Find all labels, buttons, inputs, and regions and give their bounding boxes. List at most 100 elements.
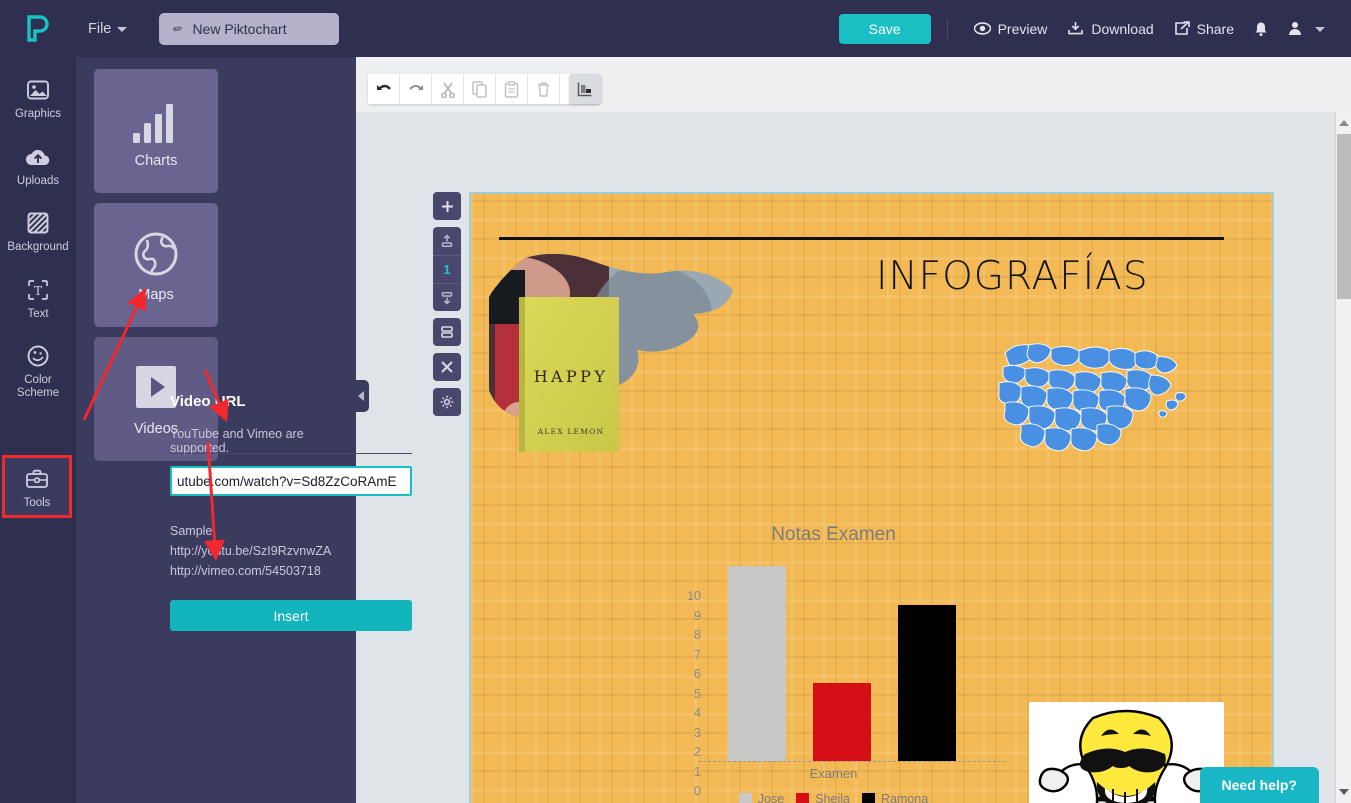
y-axis-tick: 6 xyxy=(694,667,701,681)
redo-button[interactable] xyxy=(400,74,432,104)
sidebar-item-label: Text xyxy=(27,308,49,320)
sample-url-youtube: http://youtu.be/SzI9RzvnwZA xyxy=(170,544,332,558)
download-label: Download xyxy=(1091,20,1154,37)
scrollbar-thumb[interactable] xyxy=(1337,134,1351,299)
scroll-down-button[interactable] xyxy=(1336,783,1351,801)
panel-collapse-toggle[interactable] xyxy=(352,380,369,412)
notifications-button[interactable] xyxy=(1244,17,1278,41)
sidebar-item-label: Tools xyxy=(23,497,51,509)
legend-swatch xyxy=(796,792,810,803)
top-bar: File ✏ New Piktochart Save Preview Downl… xyxy=(0,0,1351,57)
notas-examen-chart[interactable]: Notas Examen 10 9 8 7 6 5 4 3 2 1 0 Exam… xyxy=(661,524,1006,803)
legend-item-ramona[interactable]: Ramona xyxy=(861,792,928,803)
piktochart-editor: File ✏ New Piktochart Save Preview Downl… xyxy=(0,0,1351,803)
tile-label: Maps xyxy=(138,287,174,303)
legend-item-jose[interactable]: Jose xyxy=(738,792,785,803)
delete-block-button[interactable] xyxy=(433,353,461,381)
video-url-heading: Video URL xyxy=(170,393,246,410)
hatched-square-icon xyxy=(26,210,50,236)
document-title-text: New Piktochart xyxy=(192,20,287,37)
document-title-field[interactable]: ✏ New Piktochart xyxy=(159,12,340,45)
need-help-button[interactable]: Need help? xyxy=(1199,767,1319,803)
save-button[interactable]: Save xyxy=(838,13,931,44)
lightbulb-thumbs-up-image[interactable] xyxy=(1029,702,1224,803)
trash-icon xyxy=(538,81,549,97)
block-order-group: 1 xyxy=(433,227,461,311)
y-axis-tick: 5 xyxy=(694,686,701,701)
sample-label: Sample: xyxy=(170,524,216,538)
account-menu[interactable] xyxy=(1278,17,1335,40)
bar-chart-icon xyxy=(131,93,181,143)
paste-button[interactable] xyxy=(496,74,528,104)
legend-item-sheila[interactable]: Sheila xyxy=(796,792,850,803)
bar-sheila[interactable] xyxy=(813,683,871,761)
insert-button[interactable]: Insert xyxy=(170,600,412,631)
tools-panel: Charts Maps Videos Video URL YouTube and… xyxy=(76,57,412,803)
sidebar-item-background[interactable]: Background xyxy=(0,201,76,260)
add-block-button[interactable] xyxy=(433,192,461,220)
chevron-down-icon xyxy=(1315,27,1325,32)
app-logo[interactable] xyxy=(0,14,76,43)
chart-title: Notas Examen xyxy=(771,524,896,545)
preview-button[interactable]: Preview xyxy=(964,17,1058,41)
y-axis-tick: 3 xyxy=(694,725,701,740)
cut-button[interactable] xyxy=(432,74,464,104)
spain-provinces-map[interactable] xyxy=(991,319,1191,459)
sidebar-item-uploads[interactable]: Uploads xyxy=(0,135,76,194)
sidebar-item-text[interactable]: T Text xyxy=(0,268,76,327)
globe-icon xyxy=(133,227,179,277)
arrange-button[interactable] xyxy=(569,74,601,104)
undo-button[interactable] xyxy=(368,74,400,104)
share-button[interactable]: Share xyxy=(1164,17,1244,41)
book-photo-image[interactable]: HAPPY ALEX LEMON xyxy=(489,252,749,512)
sidebar-item-label: Background xyxy=(7,241,69,253)
block-settings-button[interactable] xyxy=(433,388,461,416)
move-block-up-button[interactable] xyxy=(433,227,461,255)
sidebar-item-tour[interactable]: Tour xyxy=(0,797,76,803)
sidebar-item-graphics[interactable]: Graphics xyxy=(0,68,76,127)
bar-jose[interactable] xyxy=(728,566,786,761)
block-toolbar: 1 xyxy=(433,192,461,423)
infographic-title[interactable]: INFOGRAFÍAS xyxy=(876,254,1149,299)
duplicate-block-button[interactable] xyxy=(433,318,461,346)
block-index-label: 1 xyxy=(433,255,461,283)
y-axis-tick: 7 xyxy=(694,647,701,662)
top-bar-actions: Save Preview Download Share xyxy=(838,13,1351,44)
delete-button[interactable] xyxy=(528,74,560,104)
download-button[interactable]: Download xyxy=(1057,17,1163,41)
redo-arrow-icon xyxy=(408,84,423,90)
bar-ramona[interactable] xyxy=(898,605,956,761)
palette-icon xyxy=(26,343,50,369)
scroll-up-button[interactable] xyxy=(1336,114,1351,132)
y-axis-tick: 2 xyxy=(694,745,701,759)
plus-icon xyxy=(441,200,453,212)
preview-label: Preview xyxy=(997,20,1048,37)
undo-arrow-icon xyxy=(376,84,391,90)
toolbar-divider xyxy=(946,18,948,39)
left-rail: Graphics Uploads Background T Text Color… xyxy=(0,57,76,803)
panel-divider xyxy=(170,453,412,454)
tile-charts[interactable]: Charts xyxy=(94,69,218,193)
move-block-down-button[interactable] xyxy=(433,283,461,311)
block-settings-group xyxy=(433,388,461,416)
tile-maps[interactable]: Maps xyxy=(94,203,218,327)
sidebar-item-color-scheme[interactable]: Color Scheme xyxy=(0,334,76,405)
arrow-up-bar-icon xyxy=(441,234,453,247)
tile-label: Charts xyxy=(134,153,178,169)
video-url-input[interactable] xyxy=(170,466,412,496)
chart-x-axis-label: Examen xyxy=(809,766,858,781)
legend-label: Jose xyxy=(757,792,785,803)
image-icon xyxy=(26,77,50,103)
infographic-canvas[interactable]: INFOGRAFÍAS HAPPY ALEX LEMON Notas Exame… xyxy=(469,192,1274,803)
sidebar-item-tools[interactable]: Tools xyxy=(2,457,72,517)
copy-button[interactable] xyxy=(464,74,496,104)
scissors-icon xyxy=(440,82,455,98)
canvas-scroll-region[interactable]: 1 INFOGRAFÍAS HAPPY ALEX LEMON Notas Exa… xyxy=(356,112,1335,803)
legend-swatch xyxy=(861,792,875,803)
toolbox-icon xyxy=(25,466,49,492)
video-url-subtext: YouTube and Vimeo are supported. xyxy=(170,427,304,455)
chart-plot-area: 10 9 8 7 6 5 4 3 2 1 0 xyxy=(687,566,1006,798)
file-menu[interactable]: File xyxy=(78,15,137,43)
canvas-vertical-scrollbar[interactable] xyxy=(1335,112,1351,803)
gear-icon xyxy=(440,395,454,409)
